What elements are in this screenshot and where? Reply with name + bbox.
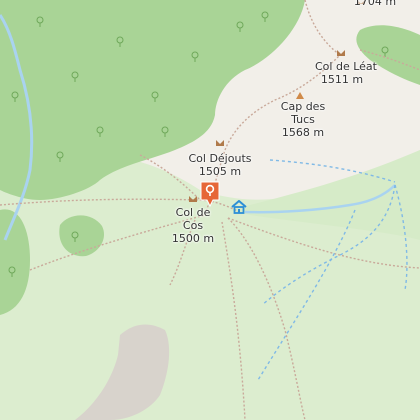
col-de-cos-label: Col de Cos 1500 m (171, 206, 215, 245)
map-pin-icon[interactable] (199, 180, 221, 208)
shelter-hut-icon[interactable] (231, 199, 247, 214)
cap-des-tucs-label: Cap des Tucs 1568 m (280, 100, 326, 139)
map-view[interactable]: 1704 m Col de Léat 1511 m Cap des Tucs 1… (0, 0, 420, 420)
peak-elevation-label: 1704 m (353, 0, 397, 8)
col-de-leat-label: Col de Léat 1511 m (315, 60, 377, 86)
col-dejouts-label: Col Déjouts 1505 m (188, 152, 252, 178)
